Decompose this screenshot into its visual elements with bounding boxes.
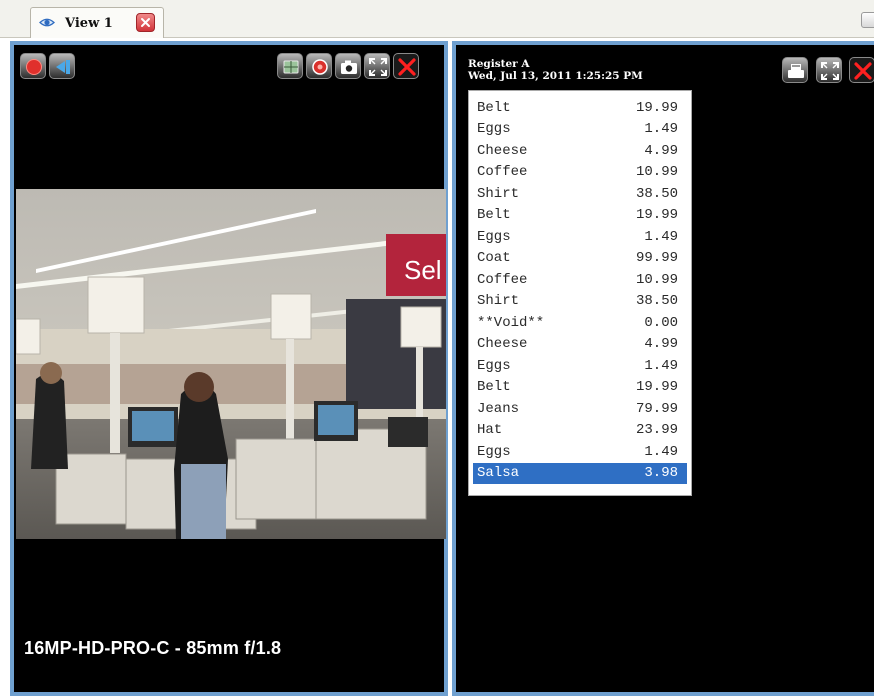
receipt-item-name: Shirt <box>477 185 520 202</box>
playback-icon <box>56 60 70 74</box>
store-sign-text: Sel <box>404 255 442 285</box>
close-icon <box>398 58 416 76</box>
fullscreen-icon <box>821 62 839 80</box>
receipt-row[interactable]: Belt 19.99 <box>473 205 687 227</box>
receipt-item-name: Coffee <box>477 164 528 181</box>
receipt-item-name: Eggs <box>477 357 511 374</box>
receipt-row[interactable]: Belt 19.99 <box>473 97 687 119</box>
receipt-row[interactable]: Shirt 38.50 <box>473 183 687 205</box>
receipt-row[interactable]: Cheese 4.99 <box>473 334 687 356</box>
receipt-item-price: 38.50 <box>635 185 678 202</box>
close-icon <box>141 18 150 27</box>
receipt-row[interactable]: Coat 99.99 <box>473 248 687 270</box>
receipt-row[interactable]: Coffee 10.99 <box>473 269 687 291</box>
receipt-row[interactable]: Jeans 79.99 <box>473 398 687 420</box>
tab-view-1[interactable]: View 1 <box>30 7 164 38</box>
receipt-item-price: 19.99 <box>635 379 678 396</box>
fullscreen-icon <box>369 58 387 76</box>
receipt-row[interactable]: Belt 19.99 <box>473 377 687 399</box>
receipt-item-price: 79.99 <box>635 400 678 417</box>
alarm-button[interactable] <box>306 53 332 79</box>
receipt-item-name: Eggs <box>477 443 511 460</box>
receipt-item-price: 1.49 <box>644 228 678 245</box>
receipt-item-price: 99.99 <box>635 250 678 267</box>
receipt-row[interactable]: Hat 23.99 <box>473 420 687 442</box>
receipt-item-name: Cheese <box>477 142 528 159</box>
receipt-item-price: 4.99 <box>644 142 678 159</box>
register-header: Register A Wed, Jul 13, 2011 1:25:25 PM <box>468 58 643 82</box>
camera-pane[interactable]: Sel 16MP-HD-PRO-C - 85mm f/1.8 <box>10 41 448 696</box>
eye-icon <box>39 18 55 27</box>
receipt-item-price: 10.99 <box>635 271 678 288</box>
register-timestamp: Wed, Jul 13, 2011 1:25:25 PM <box>468 70 643 82</box>
receipt-item-name: Jeans <box>477 400 520 417</box>
receipt-row[interactable]: Eggs 1.49 <box>473 226 687 248</box>
layout-icon <box>283 60 299 74</box>
layout-button[interactable] <box>277 53 303 79</box>
receipt-item-name: Belt <box>477 207 511 224</box>
receipt-item-name: Coffee <box>477 271 528 288</box>
receipt-row[interactable]: Eggs 1.49 <box>473 119 687 141</box>
register-pane[interactable]: Register A Wed, Jul 13, 2011 1:25:25 PM … <box>452 41 874 696</box>
close-pane-button-right[interactable] <box>849 57 874 83</box>
close-icon <box>854 62 872 80</box>
receipt-item-name: Shirt <box>477 293 520 310</box>
snapshot-button[interactable] <box>335 53 361 79</box>
receipt-item-price: 19.99 <box>635 99 678 116</box>
tab-strip: View 1 <box>0 0 874 38</box>
receipt-row[interactable]: **Void** 0.00 <box>473 312 687 334</box>
receipt-item-price: 4.99 <box>644 336 678 353</box>
tab-strip-button[interactable] <box>861 12 874 28</box>
receipt-row[interactable]: Eggs 1.49 <box>473 355 687 377</box>
receipt-item-price: 19.99 <box>635 207 678 224</box>
close-pane-button[interactable] <box>393 53 419 79</box>
receipt-row[interactable]: Cheese 4.99 <box>473 140 687 162</box>
pos-register-button[interactable] <box>782 57 808 83</box>
alarm-icon <box>312 59 328 75</box>
receipt-item-name: Hat <box>477 422 503 439</box>
record-icon <box>26 59 42 75</box>
receipt-row[interactable]: Shirt 38.50 <box>473 291 687 313</box>
receipt-item-price: 1.49 <box>644 121 678 138</box>
receipt-item-name: Eggs <box>477 121 511 138</box>
receipt-item-price: 10.99 <box>635 164 678 181</box>
playback-button[interactable] <box>49 53 75 79</box>
pos-register-icon <box>788 64 804 78</box>
receipt-item-price: 3.98 <box>644 465 678 482</box>
snapshot-icon <box>341 60 357 74</box>
receipt-item-price: 23.99 <box>635 422 678 439</box>
receipt-item-name: **Void** <box>477 314 545 331</box>
receipt-item-price: 1.49 <box>644 443 678 460</box>
receipt-row[interactable]: Coffee 10.99 <box>473 162 687 184</box>
fullscreen-button-right[interactable] <box>816 57 842 83</box>
receipt-item-price: 0.00 <box>644 314 678 331</box>
register-name: Register A <box>468 58 530 70</box>
camera-video-image: Sel <box>16 189 446 539</box>
record-button[interactable] <box>20 53 46 79</box>
tab-close-button[interactable] <box>136 13 155 32</box>
receipt-item-name: Belt <box>477 99 511 116</box>
receipt-item-name: Eggs <box>477 228 511 245</box>
receipt-list[interactable]: Belt 19.99 Eggs 1.49 Cheese 4.99 Coffee 10.99 Sh… <box>468 90 692 496</box>
fullscreen-button[interactable] <box>364 53 390 79</box>
tab-label: View 1 <box>65 16 113 31</box>
receipt-row[interactable]: Salsa 3.98 <box>473 462 687 484</box>
receipt-item-name: Coat <box>477 250 511 267</box>
receipt-item-price: 1.49 <box>644 357 678 374</box>
receipt-item-name: Cheese <box>477 336 528 353</box>
receipt-item-name: Belt <box>477 379 511 396</box>
camera-label: 16MP-HD-PRO-C - 85mm f/1.8 <box>24 638 282 658</box>
receipt-row[interactable]: Eggs 1.49 <box>473 441 687 463</box>
receipt-item-name: Salsa <box>477 465 520 482</box>
receipt-item-price: 38.50 <box>635 293 678 310</box>
